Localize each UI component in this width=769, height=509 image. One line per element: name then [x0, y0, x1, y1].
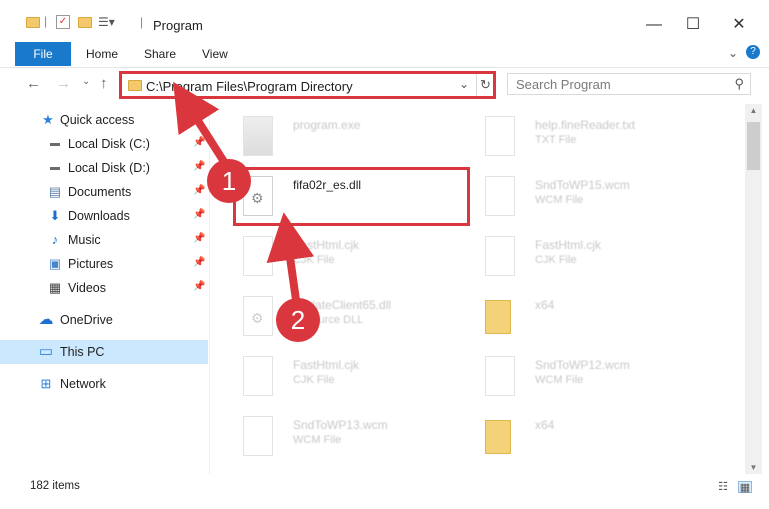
arrow-to-address-bar [173, 81, 232, 171]
step-2-badge: 2 [276, 298, 320, 342]
arrow-to-dll-file [266, 212, 315, 301]
step-1-badge: 1 [207, 159, 251, 203]
annotation-arrows [173, 81, 315, 301]
